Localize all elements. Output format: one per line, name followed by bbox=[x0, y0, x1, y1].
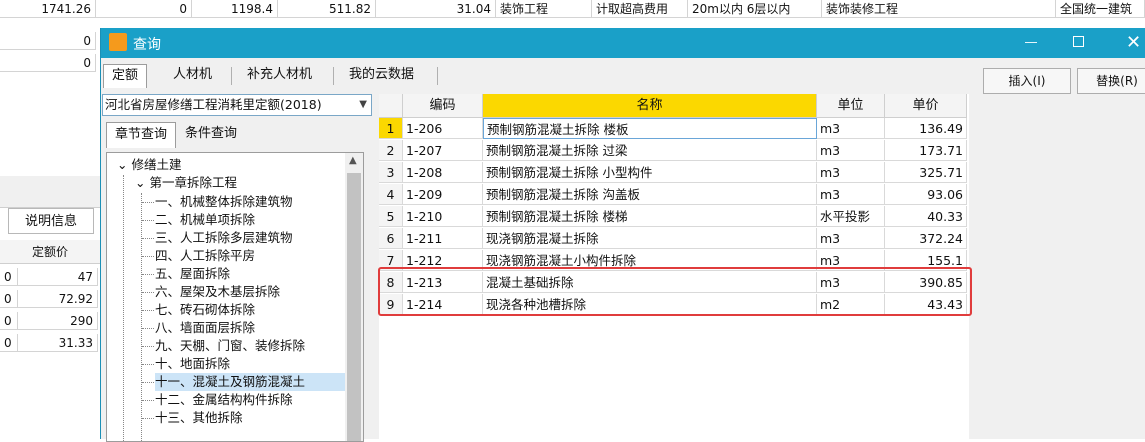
minimize-icon[interactable] bbox=[1025, 42, 1037, 43]
bg-cell: 290 bbox=[18, 312, 98, 330]
insert-button[interactable]: 插入(I) bbox=[983, 68, 1071, 94]
price-cell[interactable]: 325.71 bbox=[885, 162, 967, 183]
tree-scroll-thumb[interactable] bbox=[347, 173, 361, 441]
row-number[interactable]: 2 bbox=[379, 140, 403, 161]
tab-my-cloud-data[interactable]: 我的云数据 bbox=[341, 64, 422, 88]
code-cell[interactable]: 1-211 bbox=[403, 228, 483, 249]
tree-node-section[interactable]: 四、人工拆除平房 bbox=[155, 247, 345, 265]
bg-cell: 47 bbox=[18, 268, 98, 286]
bg-cell: 1741.26 bbox=[0, 0, 96, 18]
code-cell[interactable]: 1-210 bbox=[403, 206, 483, 227]
code-cell[interactable]: 1-207 bbox=[403, 140, 483, 161]
tab-condition-query[interactable]: 条件查询 bbox=[177, 122, 245, 148]
name-cell[interactable]: 预制钢筋混凝土拆除 楼梯 bbox=[483, 206, 817, 227]
row-number[interactable]: 5 bbox=[379, 206, 403, 227]
chevron-up-icon[interactable]: ▲ bbox=[349, 155, 357, 166]
close-icon[interactable]: ✕ bbox=[1121, 30, 1145, 56]
bg-cell: 31.04 bbox=[376, 0, 496, 18]
library-select[interactable]: 河北省房屋修缮工程消耗里定额(2018) ▼ bbox=[102, 94, 372, 116]
bg-cell: 装饰工程 bbox=[496, 0, 592, 18]
tree-node-chapter[interactable]: ⌄ 第一章拆除工程 bbox=[135, 174, 237, 192]
unit-cell[interactable]: m3 bbox=[817, 162, 885, 183]
unit-cell[interactable]: m3 bbox=[817, 118, 885, 139]
bg-cell: 20m以内 6层以内 bbox=[688, 0, 822, 18]
maximize-icon[interactable] bbox=[1073, 36, 1084, 47]
price-cell[interactable]: 136.49 bbox=[885, 118, 967, 139]
tree-node-section[interactable]: 十二、金属结构构件拆除 bbox=[155, 391, 345, 409]
dialog-title: 查询 bbox=[133, 37, 161, 53]
tree-node-section[interactable]: 五、屋面拆除 bbox=[155, 265, 345, 283]
tree-node-section[interactable]: 二、机械单项拆除 bbox=[155, 211, 345, 229]
unit-cell[interactable]: m3 bbox=[817, 228, 885, 249]
bg-cell: 装饰装修工程 bbox=[822, 0, 1056, 18]
column-header-code[interactable]: 编码 bbox=[403, 94, 483, 118]
price-header: 定额价 bbox=[0, 240, 100, 264]
name-cell[interactable]: 预制钢筋混凝土拆除 沟盖板 bbox=[483, 184, 817, 205]
row-number[interactable]: 3 bbox=[379, 162, 403, 183]
dialog-titlebar[interactable]: 查询 ✕ bbox=[101, 28, 1145, 58]
tab-supplementary[interactable]: 补充人材机 bbox=[239, 64, 320, 88]
tree-node-section[interactable]: 十一、混凝土及钢筋混凝土 bbox=[155, 373, 345, 391]
row-number[interactable]: 6 bbox=[379, 228, 403, 249]
info-tab[interactable]: 说明信息 bbox=[8, 208, 94, 234]
tab-chapter-query[interactable]: 章节查询 bbox=[106, 122, 177, 148]
column-header-price[interactable]: 单价 bbox=[885, 94, 967, 118]
tree-node-section[interactable]: 一、机械整体拆除建筑物 bbox=[155, 193, 345, 211]
price-cell[interactable]: 372.24 bbox=[885, 228, 967, 249]
bg-cell: 计取超高费用 bbox=[592, 0, 688, 18]
tree-scrollbar[interactable]: ▲ bbox=[345, 153, 363, 441]
name-cell[interactable]: 现浇钢筋混凝土拆除 bbox=[483, 228, 817, 249]
tree-node-root[interactable]: ⌄ 修缮土建 bbox=[117, 156, 181, 174]
chevron-down-icon[interactable]: ⌄ bbox=[135, 175, 145, 190]
price-cell[interactable]: 173.71 bbox=[885, 140, 967, 161]
bg-cell: 0 bbox=[96, 0, 192, 18]
bg-cell: 0 bbox=[0, 54, 96, 72]
bg-cell: 1198.4 bbox=[192, 0, 278, 18]
bg-cell: 511.82 bbox=[278, 0, 376, 18]
row-number[interactable]: 1 bbox=[379, 118, 403, 139]
tree-node-section[interactable]: 十、地面拆除 bbox=[155, 355, 345, 373]
code-cell[interactable]: 1-206 bbox=[403, 118, 483, 139]
column-header-unit[interactable]: 单位 bbox=[817, 94, 885, 118]
tab-labor-material-machine[interactable]: 人材机 bbox=[165, 64, 220, 88]
tree-node-section[interactable]: 三、人工拆除多层建筑物 bbox=[155, 229, 345, 247]
tree-node-section[interactable]: 九、天棚、门窗、装修拆除 bbox=[155, 337, 345, 355]
tree-node-section[interactable]: 七、砖石砌体拆除 bbox=[155, 301, 345, 319]
highlight-annotation bbox=[378, 267, 972, 316]
row-number-header bbox=[379, 94, 403, 118]
chevron-down-icon[interactable]: ▼ bbox=[359, 95, 367, 115]
bg-cell: 全国统一建筑 bbox=[1056, 0, 1145, 18]
bg-cell: 72.92 bbox=[18, 290, 98, 308]
bg-cell: 31.33 bbox=[18, 334, 98, 352]
app-logo-icon bbox=[109, 33, 127, 51]
bg-cell: 0 bbox=[0, 268, 18, 286]
chevron-down-icon[interactable]: ⌄ bbox=[117, 157, 127, 172]
code-cell[interactable]: 1-209 bbox=[403, 184, 483, 205]
price-cell[interactable]: 40.33 bbox=[885, 206, 967, 227]
library-select-value: 河北省房屋修缮工程消耗里定额(2018) bbox=[105, 97, 322, 112]
unit-cell[interactable]: m3 bbox=[817, 140, 885, 161]
bg-cell: 0 bbox=[0, 334, 18, 352]
bg-cell: 0 bbox=[0, 32, 96, 50]
name-cell[interactable]: 预制钢筋混凝土拆除 小型构件 bbox=[483, 162, 817, 183]
tab-quota[interactable]: 定额 bbox=[103, 64, 148, 88]
row-number[interactable]: 4 bbox=[379, 184, 403, 205]
unit-cell[interactable]: 水平投影 bbox=[817, 206, 885, 227]
code-cell[interactable]: 1-208 bbox=[403, 162, 483, 183]
tree-node-section[interactable]: 十三、其他拆除 bbox=[155, 409, 345, 427]
tree-node-section[interactable]: 八、墙面面层拆除 bbox=[155, 319, 345, 337]
price-cell[interactable]: 93.06 bbox=[885, 184, 967, 205]
unit-cell[interactable]: m3 bbox=[817, 184, 885, 205]
replace-button[interactable]: 替换(R) bbox=[1077, 68, 1145, 94]
name-cell[interactable]: 预制钢筋混凝土拆除 过梁 bbox=[483, 140, 817, 161]
bg-cell: 0 bbox=[0, 290, 18, 308]
tree-node-section[interactable]: 六、屋架及木基层拆除 bbox=[155, 283, 345, 301]
bg-cell: 0 bbox=[0, 312, 18, 330]
column-header-name[interactable]: 名称 bbox=[483, 94, 817, 118]
name-cell[interactable]: 预制钢筋混凝土拆除 楼板 bbox=[483, 118, 817, 139]
chapter-tree: ⌄ 修缮土建 ⌄ 第一章拆除工程 一、机械整体拆除建筑物 二、机械单项拆除 三、人工… bbox=[106, 152, 364, 442]
query-dialog: 查询 ✕ 定额 人材机 补充人材机 我的云数据 插入(I) 替换(R) 河北省房… bbox=[100, 28, 1145, 442]
